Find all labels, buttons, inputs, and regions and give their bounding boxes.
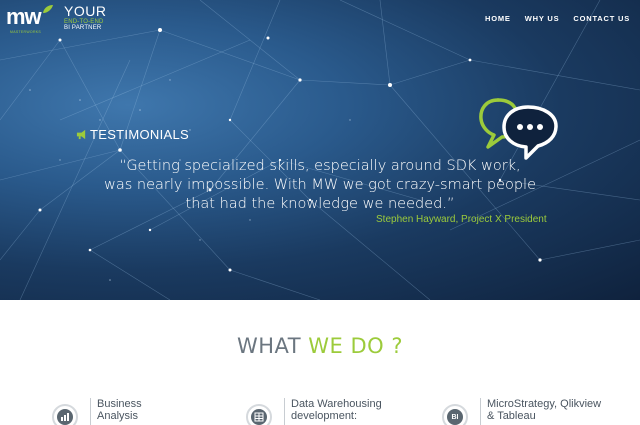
nav-home[interactable]: HOME [485, 14, 511, 23]
testimonial-author: Stephen Hayward, Project X President [376, 214, 547, 225]
tagline-line-2: BI PARTNER [64, 25, 102, 31]
testimonials-heading: TESTIMONIALS [76, 127, 189, 142]
database-icon-inner [251, 409, 267, 425]
chat-bubbles-icon [479, 98, 558, 160]
nav-contact-us[interactable]: CONTACT US [573, 14, 630, 23]
service-line-2: Analysis [97, 410, 138, 422]
logo-mark: mw [6, 4, 42, 29]
service-divider [284, 398, 285, 425]
analytics-icon-inner [57, 409, 73, 425]
tagline: YOUR END-TO-END BI PARTNER [64, 4, 106, 31]
service-divider [90, 398, 91, 425]
service-data-warehousing[interactable]: Data Warehousing development: [246, 398, 382, 425]
database-icon [246, 404, 272, 425]
service-line-1: MicroStrategy, Qlikview [487, 398, 602, 410]
service-text: Business Analysis [97, 398, 142, 422]
what-we-do-title-part-1: WHAT [236, 334, 309, 358]
leaf-icon [43, 5, 53, 13]
bi-icon: BI [442, 404, 468, 425]
what-we-do-title: WHAT WE DO ? [0, 334, 640, 358]
main-nav: HOME WHY US CONTACT US [485, 14, 630, 23]
service-text: MicroStrategy, Qlikview & Tableau [487, 398, 601, 422]
service-line-1: Data Warehousing [291, 398, 382, 410]
quote-line-3: that had the knowledge we needed.” [185, 196, 455, 212]
megaphone-icon [76, 129, 86, 140]
quote-line-1: “Getting specialized skills, especially … [119, 158, 521, 174]
service-bi-tools[interactable]: BI MicroStrategy, Qlikview & Tableau [442, 398, 601, 425]
hero-section: mw MASTERWORKS YOUR END-TO-END BI PARTNE… [0, 0, 640, 300]
service-business-analysis[interactable]: Business Analysis [52, 398, 142, 425]
testimonial-quote: “Getting specialized skills, especially … [100, 157, 540, 214]
service-line-1: Business [97, 398, 142, 410]
service-divider [480, 398, 481, 425]
logo-subtitle: MASTERWORKS [10, 30, 42, 34]
nav-why-us[interactable]: WHY US [525, 14, 560, 23]
testimonials-label: TESTIMONIALS [90, 127, 189, 142]
database-glyph [254, 412, 264, 422]
service-line-2: & Tableau [487, 410, 536, 422]
tagline-main: YOUR [64, 3, 107, 19]
bi-badge: BI [447, 409, 463, 425]
analytics-icon [52, 404, 78, 425]
service-line-2: development: [291, 410, 358, 422]
what-we-do-title-part-2: WE DO ? [308, 334, 404, 358]
analytics-glyph [61, 413, 69, 421]
service-text: Data Warehousing development: [291, 398, 382, 422]
quote-line-2: was nearly impossible. With MW we got cr… [103, 177, 537, 193]
